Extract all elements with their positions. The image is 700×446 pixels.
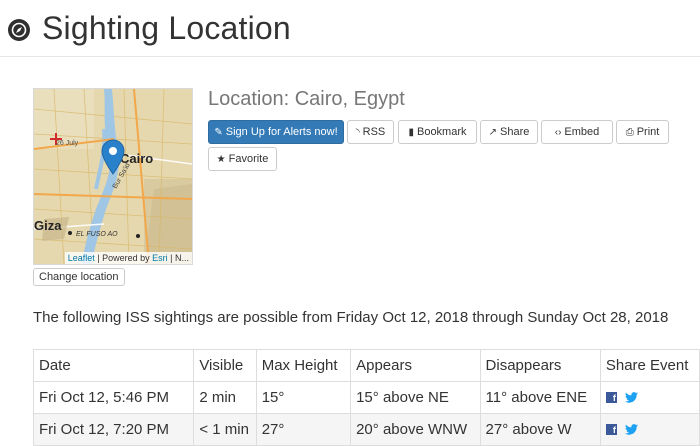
embed-button[interactable]: ‹› Embed: [541, 120, 613, 144]
bookmark-button[interactable]: ▮ Bookmark: [398, 120, 477, 144]
map-tiles[interactable]: 26 July Cairo Bur Sa'id Giza EL FUSO AO: [34, 89, 192, 264]
cell-visible: 2 min: [193, 381, 257, 414]
share-button[interactable]: ↗ Share: [480, 120, 538, 144]
title-divider: [0, 56, 700, 57]
rss-button[interactable]: ◝ RSS: [347, 120, 394, 144]
column-header-max-height[interactable]: Max Height: [255, 349, 352, 382]
page-header: Sighting Location: [8, 10, 291, 47]
favorite-label: Favorite: [228, 153, 269, 165]
cell-share: f: [599, 381, 700, 414]
map-attribution: Leaflet | Powered by Esri | N...: [64, 252, 192, 264]
column-header-disappears[interactable]: Disappears: [479, 349, 601, 382]
cell-appears: 15° above NE: [350, 381, 481, 414]
favorite-button[interactable]: ★ Favorite: [208, 147, 277, 171]
location-value: Cairo, Egypt: [294, 88, 405, 110]
compass-icon: [8, 19, 30, 41]
rss-icon: ◝: [355, 126, 360, 138]
column-header-share-event: Share Event: [599, 349, 700, 382]
facebook-icon[interactable]: f: [605, 392, 617, 403]
facebook-icon[interactable]: f: [605, 424, 617, 435]
cell-max-height: 15°: [255, 381, 352, 414]
location-label: Location:: [208, 88, 290, 110]
share-icon: ↗: [488, 126, 498, 138]
alerts-signup-label: Sign Up for Alerts now!: [225, 126, 338, 138]
bookmark-label: Bookmark: [416, 126, 467, 138]
map-label-giza: Giza: [34, 218, 62, 233]
column-header-visible[interactable]: Visible: [193, 349, 257, 382]
cell-date: Fri Oct 12, 5:46 PM: [32, 381, 195, 414]
table-row: Fri Oct 12, 5:46 PM 2 min 15° 15° above …: [32, 381, 700, 414]
map-label-street: 26 July: [56, 140, 79, 147]
rss-label: RSS: [362, 126, 386, 138]
esri-link[interactable]: Esri: [152, 253, 168, 263]
table-header-row: Date Visible Max Height Appears Disappea…: [32, 349, 700, 382]
sightings-intro: The following ISS sightings are possible…: [33, 309, 669, 326]
cell-disappears: 11° above ENE: [479, 381, 601, 414]
star-icon: ★: [216, 153, 226, 165]
print-button[interactable]: ⎙ Print: [616, 120, 669, 144]
change-location-button[interactable]: Change location: [33, 268, 125, 286]
alerts-signup-button[interactable]: ✎ Sign Up for Alerts now!: [208, 120, 344, 144]
attribution-separator: | Powered by: [94, 253, 153, 263]
edit-icon: ✎: [214, 126, 223, 138]
column-header-appears[interactable]: Appears: [350, 349, 481, 382]
share-label: Share: [500, 126, 530, 138]
print-icon: ⎙: [625, 126, 634, 138]
location-heading: Location: Cairo, Egypt: [208, 88, 405, 111]
page-title: Sighting Location: [42, 10, 291, 46]
twitter-icon[interactable]: [624, 424, 638, 435]
code-icon: ‹›: [554, 126, 562, 138]
attribution-tail: | N...: [167, 253, 189, 263]
print-label: Print: [636, 126, 660, 138]
embed-label: Embed: [564, 126, 600, 138]
column-header-date[interactable]: Date: [32, 349, 195, 382]
leaflet-link[interactable]: Leaflet: [68, 253, 95, 263]
bookmark-icon: ▮: [408, 126, 414, 138]
location-map[interactable]: 26 July Cairo Bur Sa'id Giza EL FUSO AO …: [33, 88, 193, 265]
map-label-area: EL FUSO AO: [76, 231, 118, 238]
twitter-icon[interactable]: [624, 392, 638, 403]
sightings-table: Date Visible Max Height Appears Disappea…: [32, 349, 700, 446]
